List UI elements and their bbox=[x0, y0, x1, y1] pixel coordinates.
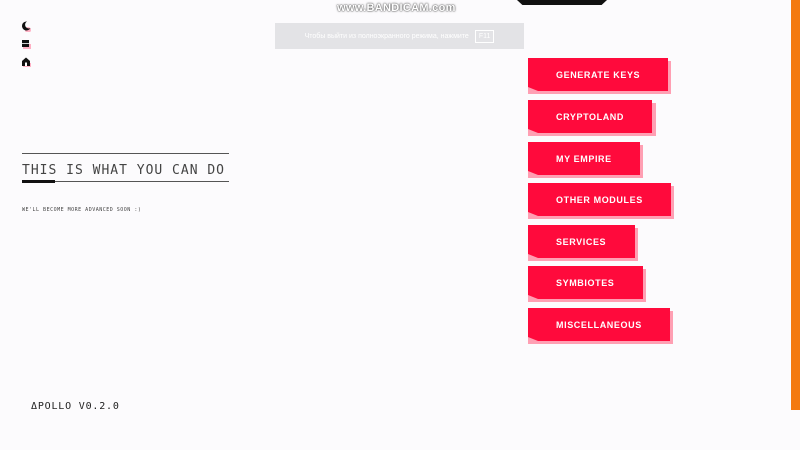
services-button[interactable]: SERVICES bbox=[528, 225, 635, 258]
version-label: ΔPOLLO V0.2.0 bbox=[31, 401, 120, 412]
symbiotes-button[interactable]: SYMBIOTES bbox=[528, 266, 643, 299]
fullscreen-notice-text: Чтобы выйти из полноэкранного режима, на… bbox=[304, 32, 469, 40]
heading-divider-top bbox=[22, 153, 229, 154]
home-icon[interactable] bbox=[20, 56, 32, 68]
other-modules-button[interactable]: OTHER MODULES bbox=[528, 183, 671, 216]
page-subtitle: WE'LL BECOME MORE ADVANCED SOON :) bbox=[22, 207, 142, 213]
heading-accent-bar bbox=[22, 180, 55, 183]
generate-keys-button[interactable]: GENERATE KEYS bbox=[528, 58, 668, 91]
moon-icon[interactable] bbox=[20, 20, 32, 32]
side-icon-bar bbox=[20, 20, 32, 68]
bandicam-watermark: www.BANDICAM.com bbox=[337, 2, 456, 14]
cryptoland-button[interactable]: CRYPTOLAND bbox=[528, 100, 652, 133]
page-title: THIS IS WHAT YOU CAN DO bbox=[22, 163, 226, 178]
miscellaneous-button[interactable]: MISCELLANEOUS bbox=[528, 308, 670, 341]
right-accent-bar bbox=[791, 0, 800, 410]
fullscreen-key: F11 bbox=[474, 29, 495, 43]
my-empire-button[interactable]: MY EMPIRE bbox=[528, 142, 640, 175]
grid-icon[interactable] bbox=[20, 38, 32, 50]
top-tab[interactable] bbox=[517, 0, 607, 5]
fullscreen-notice: Чтобы выйти из полноэкранного режима, на… bbox=[275, 23, 524, 49]
